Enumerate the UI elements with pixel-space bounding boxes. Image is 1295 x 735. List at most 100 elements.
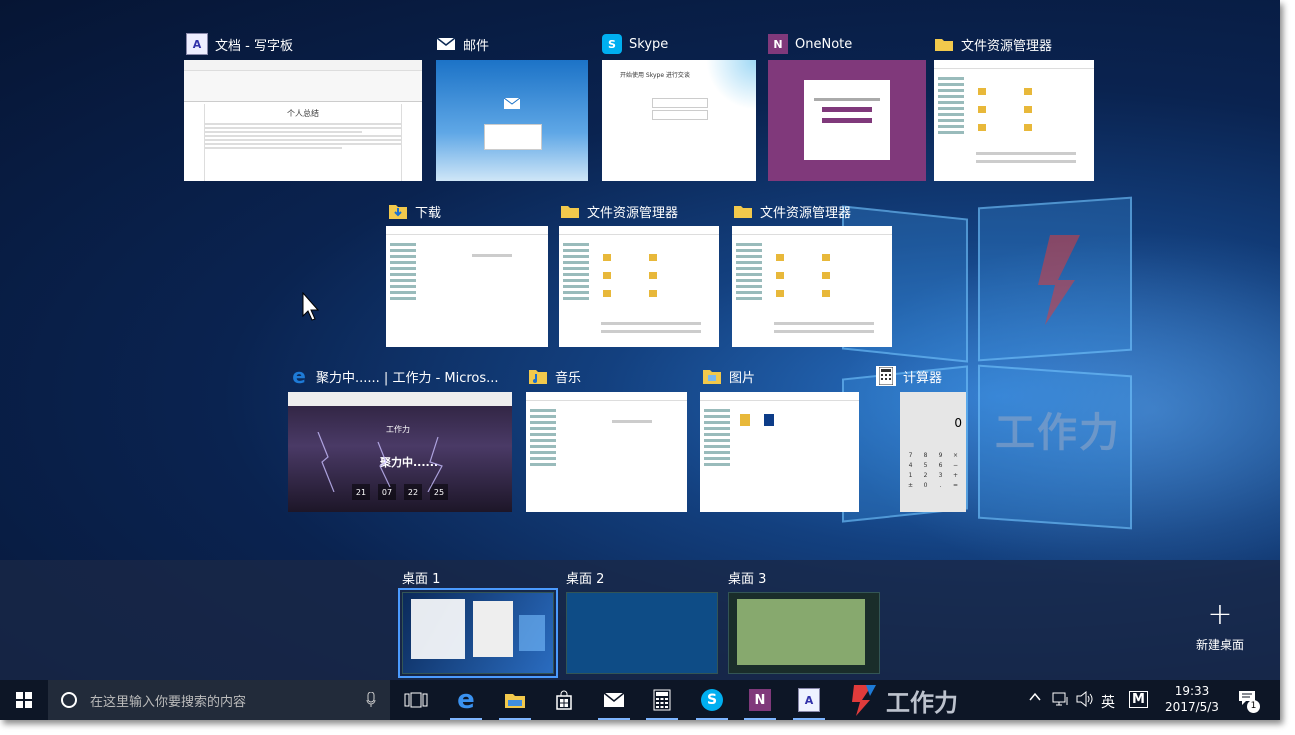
window-title-music: 音乐: [528, 365, 678, 387]
notification-count-badge: 1: [1247, 700, 1260, 713]
window-title-skype: S Skype: [602, 33, 752, 55]
skype-thumbnail[interactable]: 开始使用 Skype 进行交谈: [602, 60, 756, 181]
calc-key: 0: [923, 482, 928, 489]
explorer-1-thumbnail[interactable]: [934, 60, 1094, 181]
taskbar-calculator[interactable]: [638, 680, 686, 720]
calc-key: 3: [938, 472, 943, 479]
taskbar-edge[interactable]: e: [442, 680, 490, 720]
skype-icon: S: [701, 689, 723, 711]
task-view-icon: [404, 692, 428, 708]
window-title-downloads: 下载: [388, 200, 538, 222]
skype-heading: 开始使用 Skype 进行交谈: [620, 72, 690, 79]
desktop-2-thumbnail[interactable]: [566, 592, 718, 674]
ime-mode-indicator[interactable]: M: [1129, 691, 1148, 708]
window-title-text: 音乐: [555, 370, 582, 386]
network-icon[interactable]: [1052, 691, 1070, 711]
calc-key: ±: [907, 482, 914, 489]
watermark-overlay: 工作力: [846, 680, 986, 720]
mouse-pointer-icon: [302, 292, 320, 321]
calc-key: 2: [923, 472, 928, 479]
window-title-onenote: N OneNote: [768, 33, 918, 55]
desktop-3-thumbnail[interactable]: [728, 592, 880, 674]
volume-icon[interactable]: [1076, 690, 1094, 711]
pictures-folder-icon: [702, 366, 722, 386]
window-title-explorer-1: 文件资源管理器: [934, 33, 1094, 55]
taskbar-skype[interactable]: S: [688, 680, 736, 720]
window-title-wordpad: A 文档 - 写字板: [186, 33, 421, 55]
edge-thumbnail[interactable]: 工作力 聚力中...... 21 07 22 25: [288, 392, 512, 512]
window-title-text: 文档 - 写字板: [215, 38, 293, 54]
window-title-text: OneNote: [795, 36, 853, 52]
start-button[interactable]: [0, 680, 48, 720]
tray-show-hidden-icon[interactable]: [1028, 690, 1042, 708]
window-title-explorer-2: 文件资源管理器: [560, 200, 720, 222]
watermark-logo-icon: [852, 685, 876, 716]
edge-icon: e: [457, 685, 475, 715]
watermark-logo-icon: [1038, 235, 1080, 325]
watermark-text: 工作力: [886, 688, 958, 717]
window-title-text: 文件资源管理器: [587, 205, 679, 221]
window-title-mail: 邮件: [436, 33, 586, 55]
clock-date: 2017/5/3: [1165, 700, 1219, 714]
search-box[interactable]: 在这里输入你要搜索的内容: [48, 680, 390, 720]
window-title-text: 下载: [415, 205, 442, 221]
desktop-1-thumbnail[interactable]: [398, 588, 558, 678]
explorer-3-thumbnail[interactable]: [732, 226, 892, 347]
taskbar-wordpad[interactable]: A: [785, 680, 833, 720]
ime-language-indicator[interactable]: 英: [1101, 692, 1115, 712]
taskbar-store[interactable]: [540, 680, 588, 720]
wallpaper-watermark-text: 工作力: [995, 410, 1121, 456]
clock-time: 19:33: [1174, 684, 1210, 698]
window-title-text: 聚力中...... | 工作力 - Micros...: [316, 370, 499, 386]
taskbar-mail[interactable]: [590, 680, 638, 720]
windows-logo-icon: [16, 692, 32, 708]
mail-icon: [603, 692, 625, 707]
search-placeholder: 在这里输入你要搜索的内容: [90, 694, 247, 710]
wordpad-icon: A: [186, 33, 208, 55]
window-title-edge: e 聚力中...... | 工作力 - Micros...: [289, 365, 511, 387]
screen: 工作力 A 文档 - 写字板 个人总结 邮件 S Skype 开始使用 Skyp…: [0, 0, 1280, 720]
store-icon: [556, 690, 572, 710]
desktop-3-label: 桌面 3: [728, 572, 767, 587]
taskbar-onenote[interactable]: N: [736, 680, 784, 720]
new-desktop-label: 新建桌面: [1195, 638, 1244, 652]
calc-key: .: [939, 482, 942, 489]
taskbar-file-explorer[interactable]: [491, 680, 539, 720]
downloads-thumbnail[interactable]: [386, 226, 548, 347]
wordpad-icon: A: [798, 688, 820, 712]
explorer-2-thumbnail[interactable]: [559, 226, 719, 347]
calc-key: +: [952, 472, 959, 479]
calculator-thumbnail[interactable]: 0 7 8 9 × 4 5 6 − 1 2 3 + ±0. =: [900, 392, 966, 512]
onenote-thumbnail[interactable]: [768, 60, 926, 181]
window-title-text: 邮件: [463, 38, 490, 54]
calculator-icon: [876, 366, 896, 386]
pictures-thumbnail[interactable]: [700, 392, 859, 512]
window-title-text: 文件资源管理器: [760, 205, 852, 221]
new-desktop-button[interactable]: + 新建桌面: [1188, 597, 1252, 653]
clock[interactable]: 19:33 2017/5/3: [1160, 683, 1224, 715]
music-thumbnail[interactable]: [526, 392, 687, 512]
desktop-1-label: 桌面 1: [402, 572, 441, 587]
calc-key: −: [952, 462, 959, 469]
mail-thumbnail[interactable]: [436, 60, 588, 181]
folder-icon: [733, 201, 753, 221]
window-title-text: 文件资源管理器: [961, 38, 1053, 54]
window-title-explorer-3: 文件资源管理器: [733, 200, 893, 222]
calc-key: 8: [923, 452, 928, 459]
microphone-icon[interactable]: [366, 692, 376, 708]
onenote-icon: N: [749, 689, 771, 711]
wordpad-thumbnail[interactable]: 个人总结: [184, 60, 422, 181]
calculator-display: 0: [954, 416, 962, 430]
action-center-button[interactable]: 1: [1238, 690, 1264, 713]
calc-key: 7: [908, 452, 913, 459]
calc-key: ×: [952, 452, 959, 459]
wordpad-doc-heading: 个人总结: [287, 109, 319, 118]
onenote-icon: N: [768, 34, 788, 54]
calculator-icon: [653, 689, 671, 711]
folder-icon: [505, 694, 525, 708]
plus-icon: +: [1207, 597, 1233, 632]
window-title-text: 计算器: [903, 370, 943, 386]
window-title-text: 图片: [729, 370, 756, 386]
window-title-text: Skype: [629, 36, 669, 52]
task-view-button[interactable]: [392, 680, 440, 720]
